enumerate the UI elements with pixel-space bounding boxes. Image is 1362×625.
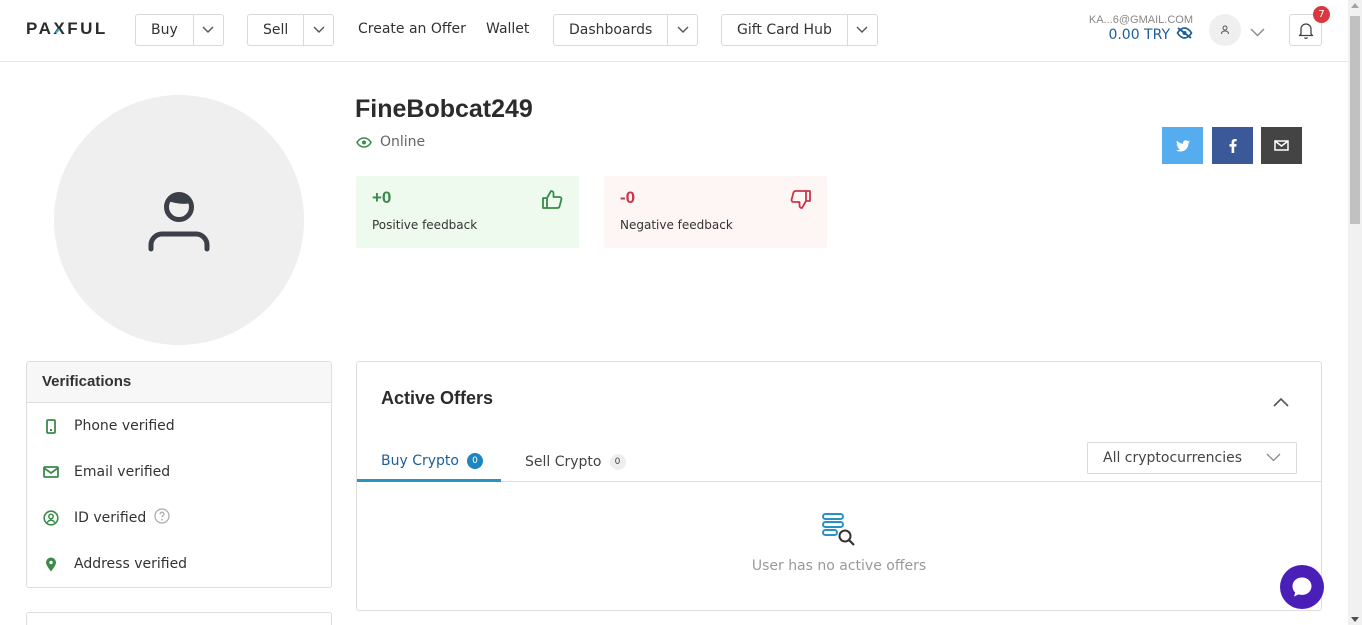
positive-feedback-label: Positive feedback xyxy=(372,218,478,232)
tab-sell-crypto[interactable]: Sell Crypto 0 xyxy=(525,442,626,482)
scrollbar-thumb[interactable] xyxy=(1350,16,1360,224)
verification-item-address: Address verified xyxy=(27,541,331,587)
paxful-logo[interactable]: PAXFUL xyxy=(26,19,108,39)
online-status: Online xyxy=(356,134,425,150)
verification-item-email: Email verified xyxy=(27,449,331,495)
scroll-up-arrow[interactable] xyxy=(1351,3,1359,8)
username: FineBobcat249 xyxy=(355,95,533,123)
next-panel xyxy=(26,612,332,625)
negative-feedback-label: Negative feedback xyxy=(620,218,733,232)
verification-item-phone: Phone verified xyxy=(27,403,331,449)
thumbs-down-icon xyxy=(790,190,811,213)
scroll-down-arrow[interactable] xyxy=(1351,617,1359,622)
positive-feedback-count: +0 xyxy=(372,188,392,207)
mail-icon xyxy=(43,466,59,478)
share-twitter-button[interactable] xyxy=(1162,127,1203,164)
thumbs-up-icon xyxy=(542,190,563,213)
list-search-icon xyxy=(822,513,855,546)
chevron-down-icon xyxy=(1266,450,1281,466)
empty-message: User has no active offers xyxy=(751,558,927,574)
sell-menu[interactable]: Sell xyxy=(247,14,335,46)
sell-button[interactable]: Sell xyxy=(248,15,305,45)
create-offer-link[interactable]: Create an Offer xyxy=(358,21,466,37)
profile-avatar xyxy=(54,95,304,345)
sell-crypto-count: 0 xyxy=(609,454,626,470)
buy-crypto-count: 0 xyxy=(466,452,483,469)
chevron-down-icon[interactable] xyxy=(668,15,697,45)
user-avatar-button[interactable] xyxy=(1209,14,1241,46)
verifications-title: Verifications xyxy=(27,362,331,403)
phone-icon xyxy=(43,418,59,434)
twitter-icon xyxy=(1175,139,1190,152)
dashboards-menu[interactable]: Dashboards xyxy=(553,14,699,46)
mail-icon xyxy=(1274,140,1289,151)
chevron-down-icon[interactable] xyxy=(304,15,333,45)
active-offers-panel: Active Offers Buy Crypto 0 Sell Crypto 0… xyxy=(356,361,1322,611)
eye-icon xyxy=(356,136,372,148)
status-text: Online xyxy=(380,134,426,150)
negative-feedback-card[interactable]: -0 Negative feedback xyxy=(604,176,827,248)
buy-menu[interactable]: Buy xyxy=(135,14,224,46)
chevron-up-icon[interactable] xyxy=(1273,392,1289,411)
verifications-panel: Verifications Phone verified Email verif… xyxy=(26,361,332,588)
eye-off-icon[interactable] xyxy=(1176,27,1193,43)
account-balance: 0.00 TRY xyxy=(1108,27,1170,43)
tab-buy-crypto[interactable]: Buy Crypto 0 xyxy=(357,442,501,482)
verification-item-id: ID verified xyxy=(27,495,331,541)
facebook-icon xyxy=(1229,138,1237,153)
chat-bubble-icon xyxy=(1292,577,1312,597)
id-icon xyxy=(43,510,59,526)
chevron-down-icon[interactable] xyxy=(194,15,223,45)
bell-icon xyxy=(1298,23,1313,39)
active-offers-title: Active Offers xyxy=(381,388,494,408)
share-facebook-button[interactable] xyxy=(1212,127,1253,164)
notification-count-badge: 7 xyxy=(1313,6,1330,23)
buy-button[interactable]: Buy xyxy=(136,15,194,45)
positive-feedback-card[interactable]: +0 Positive feedback xyxy=(356,176,579,248)
top-nav: PAXFUL Buy Sell Create an Offer Wallet D… xyxy=(0,0,1348,62)
gift-card-hub-menu[interactable]: Gift Card Hub xyxy=(721,14,878,46)
chat-button[interactable] xyxy=(1280,565,1324,609)
page-scrollbar[interactable] xyxy=(1348,0,1362,625)
location-pin-icon xyxy=(43,557,59,572)
share-email-button[interactable] xyxy=(1261,127,1302,164)
account-email: KA...6@GMAIL.COM xyxy=(1088,14,1193,26)
wallet-link[interactable]: Wallet xyxy=(486,21,529,37)
negative-feedback-count: -0 xyxy=(620,188,636,207)
chevron-down-icon[interactable] xyxy=(848,15,877,45)
empty-state: User has no active offers xyxy=(357,512,1321,574)
gift-card-hub-button[interactable]: Gift Card Hub xyxy=(722,15,848,45)
cryptocurrency-select[interactable]: All cryptocurrencies xyxy=(1087,442,1297,474)
dashboards-button[interactable]: Dashboards xyxy=(554,15,669,45)
user-placeholder-icon xyxy=(148,192,210,252)
user-icon xyxy=(1221,25,1229,35)
account-summary: KA...6@GMAIL.COM 0.00 TRY xyxy=(1089,14,1193,43)
help-icon[interactable] xyxy=(154,508,170,528)
chevron-down-icon[interactable] xyxy=(1250,22,1265,41)
